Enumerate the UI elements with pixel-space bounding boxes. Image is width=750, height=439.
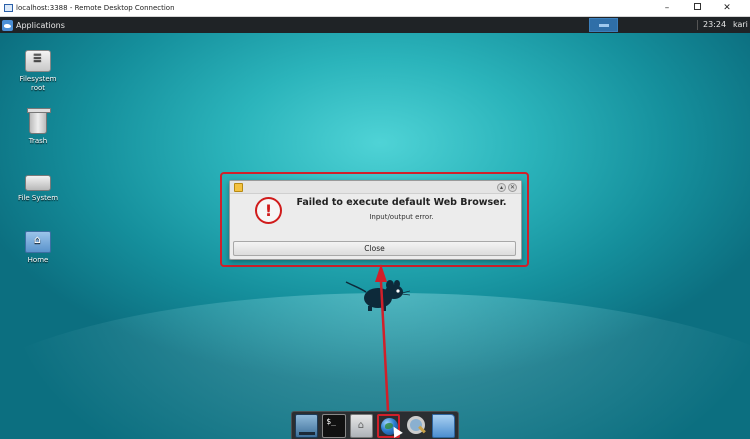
desktop-icon-filesystem-root[interactable]: Filesystem root (12, 50, 64, 93)
dialog-shade-button[interactable]: ▴ (497, 183, 506, 192)
maximize-button[interactable] (682, 0, 712, 17)
applications-menu-button[interactable]: Applications (2, 18, 69, 32)
desktop-icon-label: Home (27, 256, 49, 264)
panel-separator (697, 20, 698, 30)
dialog-close-button[interactable]: ✕ (508, 183, 517, 192)
desktop-icon-trash[interactable]: Trash (12, 108, 64, 146)
applications-menu-label: Applications (16, 20, 65, 30)
workspace-switcher-icon[interactable] (589, 18, 618, 32)
panel-user-label[interactable]: kari (733, 20, 748, 30)
terminal-icon[interactable]: $_ (322, 413, 346, 438)
folder-icon[interactable] (431, 413, 455, 438)
xfce-logo-icon (2, 19, 13, 31)
maximize-icon (693, 3, 701, 10)
web-browser-icon[interactable] (377, 413, 403, 438)
xfce-mouse-mascot-icon (345, 280, 410, 311)
error-icon: ! (255, 197, 282, 224)
file-manager-icon[interactable] (349, 413, 374, 438)
minimize-button[interactable]: – (652, 0, 682, 17)
panel-clock[interactable]: 23:24 (703, 20, 726, 30)
desktop-icon-label: Trash (28, 137, 48, 145)
close-button[interactable]: Close (233, 241, 516, 256)
desktop-icon-label: Filesystem root (19, 75, 57, 92)
trash-icon (27, 108, 51, 134)
desktop-icon-home[interactable]: Home (12, 231, 64, 265)
close-window-button[interactable]: ✕ (712, 0, 742, 17)
bottom-dock: $_ (291, 411, 459, 439)
desktop-icon-label: File System (17, 194, 59, 202)
dialog-heading: Failed to execute default Web Browser. (296, 197, 507, 208)
rdp-window-title: localhost:3388 - Remote Desktop Connecti… (16, 4, 175, 12)
remote-desktop-icon (4, 4, 13, 12)
file-system-drive-icon (25, 175, 51, 191)
desktop-icon-file-system[interactable]: File System (12, 169, 64, 203)
dialog-app-icon (234, 183, 243, 192)
rdp-title-bar: localhost:3388 - Remote Desktop Connecti… (0, 0, 750, 17)
filesystem-root-icon (25, 50, 51, 72)
home-folder-icon (25, 231, 51, 253)
dialog-message: Input/output error. (369, 213, 434, 221)
app-finder-icon[interactable] (404, 414, 427, 438)
top-panel: Applications 23:24 kari (0, 17, 750, 33)
dialog-title-bar[interactable]: ▴ ✕ (230, 181, 521, 194)
show-desktop-icon[interactable] (295, 413, 319, 438)
